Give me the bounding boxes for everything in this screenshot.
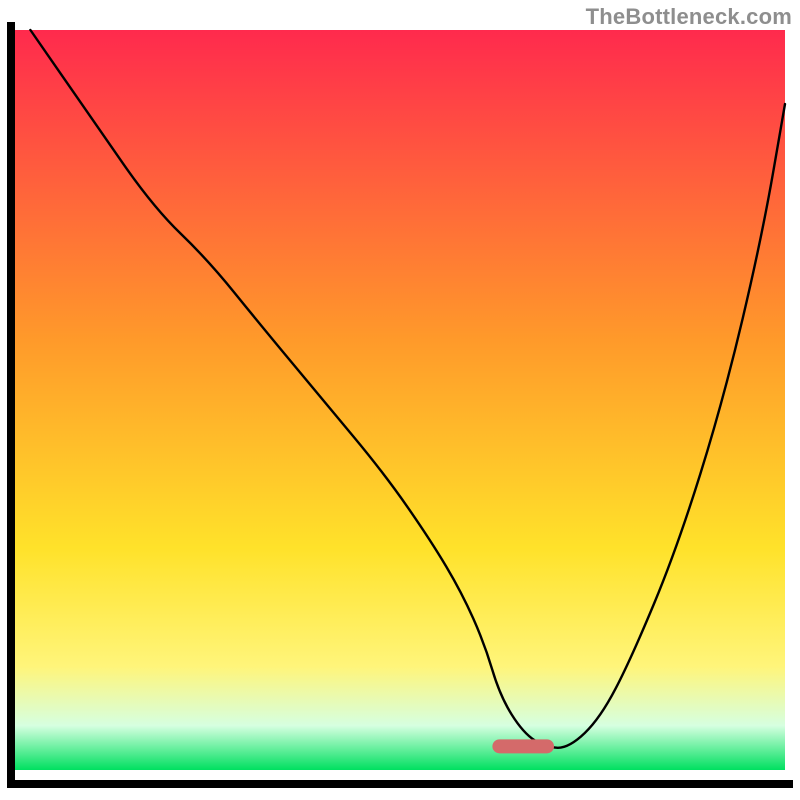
plot-background <box>15 30 785 770</box>
optimal-marker <box>492 739 554 753</box>
watermark-text: TheBottleneck.com <box>586 4 792 30</box>
bottleneck-chart <box>0 0 800 800</box>
chart-container: TheBottleneck.com <box>0 0 800 800</box>
